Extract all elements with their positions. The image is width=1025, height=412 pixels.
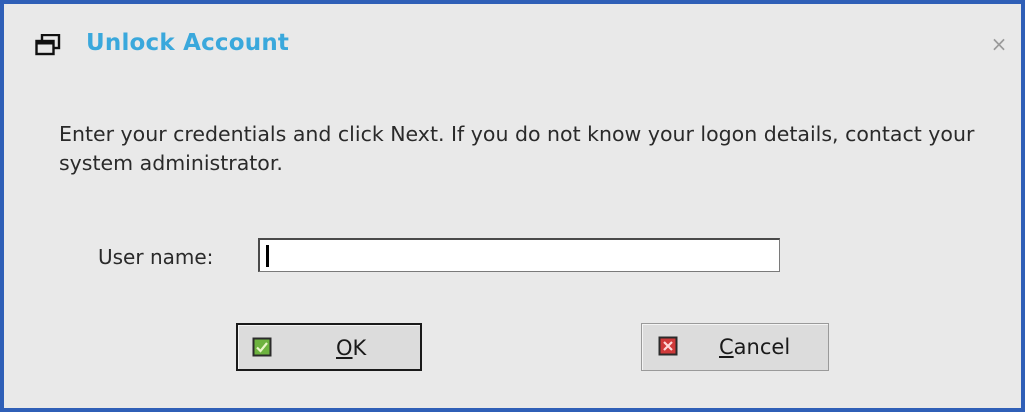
username-label: User name: — [98, 245, 214, 269]
dialog-title: Unlock Account — [86, 30, 290, 56]
cancel-button-label: Cancel — [719, 335, 790, 359]
cancel-label-rest: ancel — [733, 335, 791, 359]
username-input[interactable] — [258, 238, 780, 272]
cancel-button[interactable]: Cancel — [641, 323, 829, 371]
close-icon[interactable]: × — [989, 34, 1009, 54]
checkmark-icon — [252, 337, 272, 357]
x-cross-icon — [658, 336, 678, 356]
cancel-mnemonic: C — [719, 335, 734, 359]
unlock-account-dialog: Unlock Account × Enter your credentials … — [0, 0, 1025, 412]
title-bar: Unlock Account × — [4, 4, 1021, 84]
ok-label-rest: K — [352, 336, 367, 360]
window-restore-icon — [35, 33, 61, 56]
instruction-text: Enter your credentials and click Next. I… — [59, 122, 975, 175]
ok-button-label: OK — [336, 336, 366, 360]
text-caret — [266, 245, 269, 267]
ok-mnemonic: O — [336, 336, 353, 360]
ok-button[interactable]: OK — [236, 323, 422, 371]
